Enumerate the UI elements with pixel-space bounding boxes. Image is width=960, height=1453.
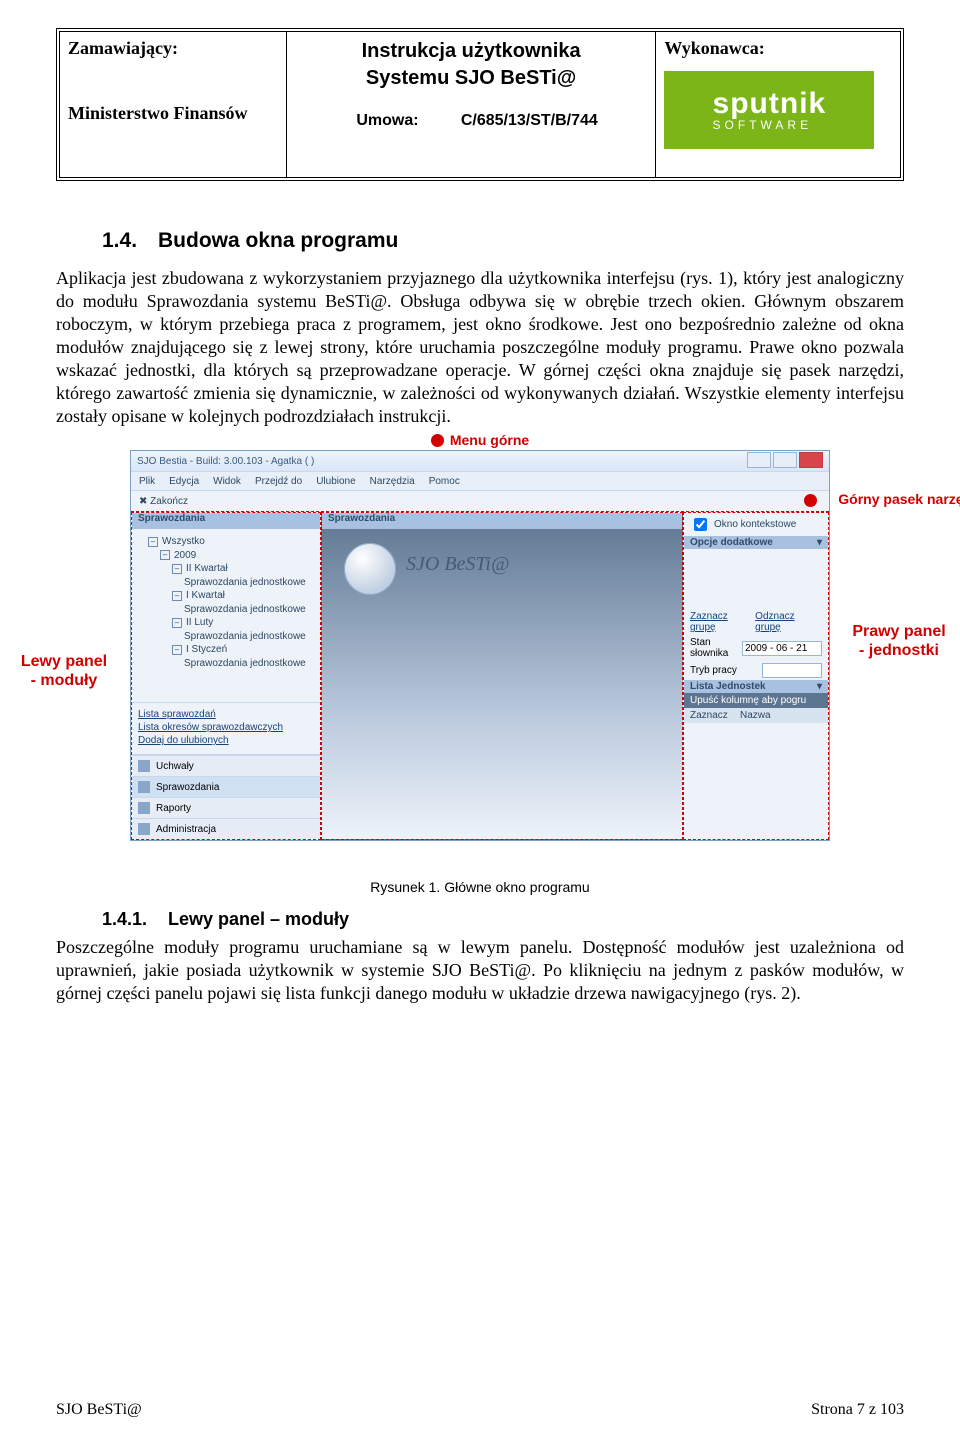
module-icon — [138, 802, 150, 814]
center-panel: Sprawozdania SJO BeSTi@ — [321, 512, 683, 840]
drop-hint: Upuść kolumnę aby pogru — [684, 693, 828, 708]
paragraph-2: Poszczególne moduły programu uruchamiane… — [56, 936, 904, 1005]
toolbar[interactable]: ✖ Zakończ Górny pasek narzędzi — [131, 491, 829, 512]
contract-key: Umowa: — [344, 112, 456, 130]
section-number: 1.4. — [102, 229, 158, 253]
app-logo-icon — [344, 543, 396, 595]
center-header: Sprawozdania — [322, 513, 682, 529]
menu-item[interactable]: Plik — [139, 476, 155, 487]
callout-menu: Menu górne — [450, 432, 529, 448]
contractor-label: Wykonawca: — [664, 38, 892, 59]
doc-title-1: Instrukcja użytkownika — [295, 40, 648, 63]
orderer-label: Zamawiający: — [68, 38, 278, 59]
module-icon — [138, 823, 150, 835]
menu-item[interactable]: Ulubione — [316, 476, 355, 487]
link[interactable]: Lista okresów sprawozdawczych — [138, 722, 314, 733]
footer-right: Strona 7 z 103 — [811, 1401, 904, 1419]
close-button[interactable]: ✖ Zakończ — [139, 496, 188, 507]
menubar[interactable]: Plik Edycja Widok Przejdź do Ulubione Na… — [131, 471, 829, 491]
app-screenshot: SJO Bestia - Build: 3.00.103 - Agatka ( … — [130, 450, 830, 841]
callout-right-panel: Prawy panel- jednostki — [837, 622, 960, 660]
menu-item[interactable]: Widok — [213, 476, 241, 487]
field-label: Stan słownika — [690, 637, 742, 659]
left-panel: Sprawozdania –Wszystko –2009 –II Kwartał… — [131, 512, 321, 840]
section-heading: 1.4.Budowa okna programu — [102, 229, 904, 253]
orderer-value: Ministerstwo Finansów — [68, 103, 278, 124]
menu-item[interactable]: Narzędzia — [370, 476, 415, 487]
link[interactable]: Odznacz grupę — [755, 611, 822, 633]
logo-text-small: SOFTWARE — [713, 119, 827, 131]
module-bar[interactable]: Raporty — [132, 797, 320, 818]
link[interactable]: Dodaj do ulubionych — [138, 735, 314, 746]
left-panel-links: Lista sprawozdań Lista okresów sprawozda… — [132, 702, 320, 754]
menu-item[interactable]: Pomoc — [429, 476, 460, 487]
menu-item[interactable]: Przejdź do — [255, 476, 302, 487]
titlebar: SJO Bestia - Build: 3.00.103 - Agatka ( … — [131, 451, 829, 471]
logo-text-big: sputnik — [713, 89, 827, 119]
subsection-title: Lewy panel – moduły — [168, 909, 349, 929]
date-input[interactable] — [742, 641, 822, 656]
col-header: Zaznacz — [690, 710, 736, 721]
callout-left-panel: Lewy panel- moduły — [5, 652, 123, 690]
link[interactable]: Zaznacz grupę — [690, 611, 755, 633]
mode-input[interactable] — [762, 663, 822, 678]
right-section-header: Lista Jednostek ▾ — [684, 680, 828, 693]
callout-dot-icon — [804, 494, 817, 507]
app-brand-text: SJO BeSTi@ — [406, 553, 509, 576]
section-title: Budowa okna programu — [158, 229, 398, 252]
field-label: Tryb pracy — [690, 665, 737, 676]
right-panel: Okno kontekstowe Opcje dodatkowe ▾ Zazna… — [683, 512, 829, 840]
context-checkbox[interactable] — [694, 518, 707, 531]
paragraph-1: Aplikacja jest zbudowana z wykorzystanie… — [56, 267, 904, 428]
module-bar[interactable]: Sprawozdania — [132, 776, 320, 797]
figure-caption: Rysunek 1. Główne okno programu — [56, 879, 904, 895]
module-icon — [138, 760, 150, 772]
contract-value: C/685/13/ST/B/744 — [461, 112, 598, 130]
module-icon — [138, 781, 150, 793]
window-buttons[interactable] — [745, 452, 823, 471]
doc-title-2: Systemu SJO BeSTi@ — [295, 67, 648, 90]
subsection-number: 1.4.1. — [102, 909, 168, 930]
callout-toolbar: Górny pasek narzędzi — [838, 491, 960, 507]
window-title: SJO Bestia - Build: 3.00.103 - Agatka ( … — [137, 456, 314, 467]
col-header: Nazwa — [740, 710, 771, 721]
left-panel-header: Sprawozdania — [132, 513, 320, 529]
subsection-heading: 1.4.1.Lewy panel – moduły — [102, 909, 904, 930]
menu-item[interactable]: Edycja — [169, 476, 199, 487]
module-bars: Uchwały Sprawozdania Raporty Administrac… — [132, 754, 320, 839]
header-frame: Zamawiający: Ministerstwo Finansów Instr… — [56, 28, 904, 181]
link[interactable]: Lista sprawozdań — [138, 709, 314, 720]
callout-dot-icon — [431, 434, 444, 447]
nav-tree[interactable]: –Wszystko –2009 –II Kwartał Sprawozdania… — [132, 529, 320, 674]
right-section-header: Opcje dodatkowe ▾ — [684, 536, 828, 549]
sputnik-logo: sputnik SOFTWARE — [664, 71, 874, 149]
module-bar[interactable]: Administracja — [132, 818, 320, 839]
footer-left: SJO BeSTi@ — [56, 1401, 142, 1419]
module-bar[interactable]: Uchwały — [132, 755, 320, 776]
